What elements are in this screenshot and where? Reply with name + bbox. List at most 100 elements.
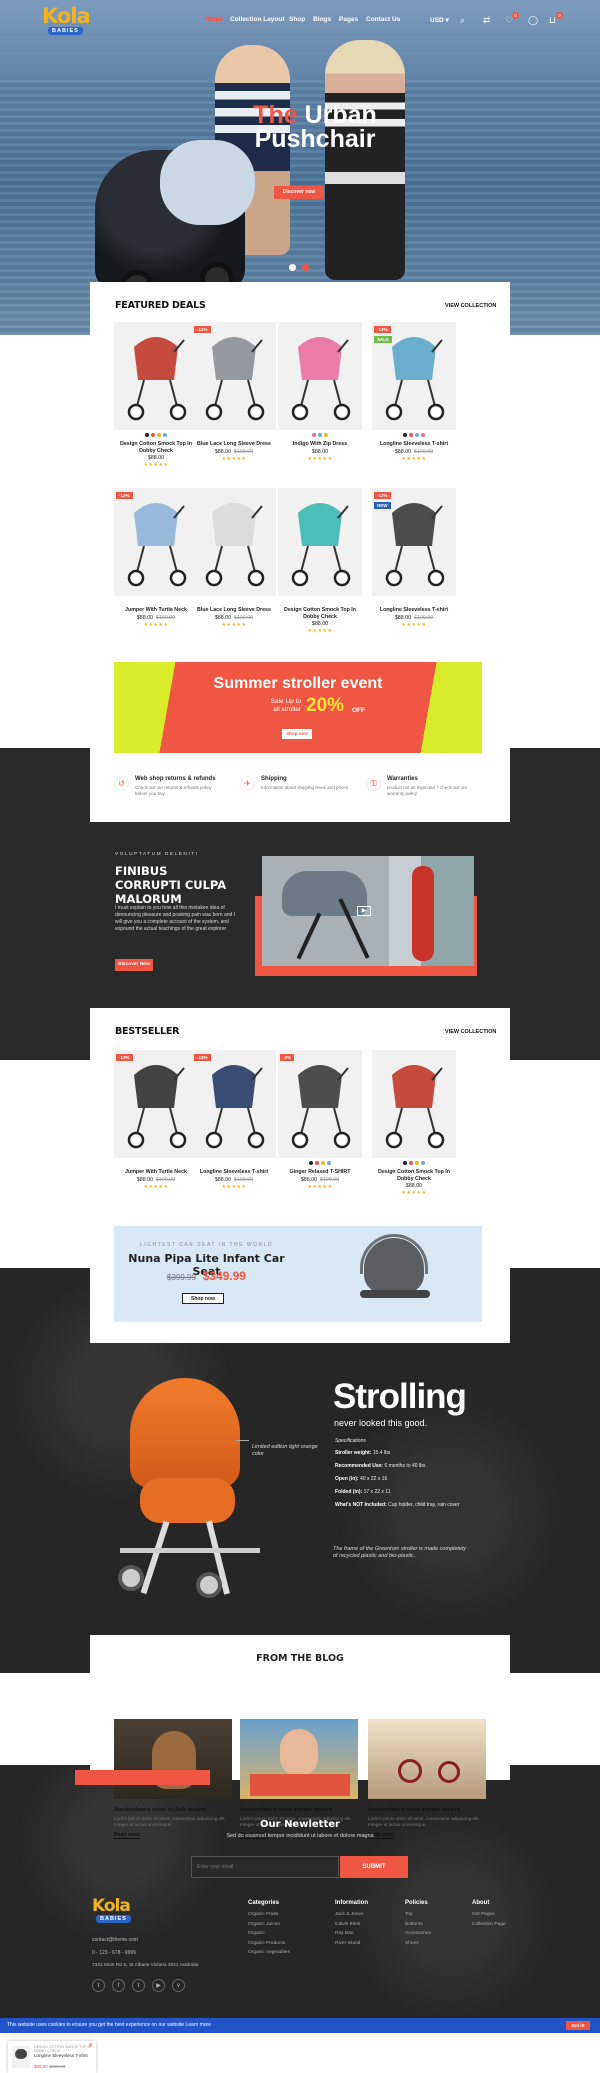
product-image[interactable]: -13% [192, 1050, 276, 1158]
carseat-shop-button[interactable]: Shop now [182, 1293, 224, 1304]
play-video-icon[interactable]: ▶ [357, 906, 371, 916]
search-icon[interactable]: ⌕ [460, 15, 465, 26]
footer-link[interactable]: Organic Products [248, 1941, 290, 1946]
product-card[interactable]: -13% Longline Sleeveless T-shirt $88.00 $10… [192, 1050, 276, 1190]
recent-purchase-popup[interactable]: DESIGN COTTON SMOCK TOP IN DOBBY CHECK L… [8, 2041, 96, 2073]
product-image[interactable]: -12% SALE [372, 322, 456, 430]
footer-link[interactable]: Get Pages [472, 1912, 506, 1917]
nav-pages[interactable]: Pages [339, 16, 358, 23]
product-card[interactable]: -2% Ginger Relaxed T-SHIRT $88.00 $100.00 ★★… [278, 1050, 362, 1190]
product-name[interactable]: Longline Sleeveless T-shirt [192, 1169, 276, 1176]
footer-link[interactable]: Organic Fruits [248, 1912, 290, 1917]
product-name[interactable]: Blue Lace Long Sleeve Dress [192, 441, 276, 448]
blog-post-title[interactable]: Amsterdam's most stylish sisters [240, 1807, 358, 1813]
product-name[interactable]: Ginger Relaxed T-SHIRT [278, 1169, 362, 1176]
color-swatch[interactable] [421, 433, 425, 437]
summer-shop-button[interactable]: Shop now [282, 729, 312, 739]
product-card[interactable]: Indigo With Zip Dress $88.00 ★★★★★ [278, 322, 362, 462]
footer-link[interactable]: Bottoms [405, 1922, 431, 1927]
color-swatch[interactable] [327, 1161, 331, 1165]
color-swatch[interactable] [409, 433, 413, 437]
color-swatch[interactable] [403, 1161, 407, 1165]
nav-shop[interactable]: Shop [289, 16, 305, 23]
footer-logo[interactable]: Kola BABIES [92, 1898, 131, 1923]
newsletter-submit-button[interactable]: SUBMIT [340, 1856, 408, 1878]
color-swatch[interactable] [312, 433, 316, 437]
footer-link[interactable]: Collection Page [472, 1922, 506, 1927]
vimeo-icon[interactable]: v [172, 1979, 185, 1992]
product-image[interactable] [192, 488, 276, 596]
color-swatch[interactable] [324, 433, 328, 437]
tumblr-icon[interactable]: t [132, 1979, 145, 1992]
footer-link[interactable]: Organic Vegetables [248, 1950, 290, 1955]
product-card[interactable]: -12% NEW Longline Sleeveless T-shirt $88.00… [372, 488, 456, 628]
footer-link[interactable]: Organic Juices [248, 1922, 290, 1927]
product-card[interactable]: Blue Lace Long Sleeve Dress $88.00 $100.00… [192, 488, 276, 628]
blog-post-title[interactable]: Amsterdam's most stylish sisters [368, 1807, 486, 1813]
product-image[interactable] [278, 488, 362, 596]
product-name[interactable]: Longline Sleeveless T-shirt [372, 607, 456, 614]
featured-view-collection-link[interactable]: VIEW COLLECTION [445, 303, 496, 309]
product-name[interactable]: Jumper With Turtle Neck [114, 1169, 198, 1176]
product-card[interactable]: Design Cotton Smock Top In Dobby Check $8… [114, 322, 198, 468]
product-image[interactable]: -2% [278, 1050, 362, 1158]
product-card[interactable]: -12% SALE Longline Sleeveless T-shirt $88.0… [372, 322, 456, 462]
bestseller-view-collection-link[interactable]: VIEW COLLECTION [445, 1029, 496, 1035]
cart-icon[interactable]: ⊔ [549, 15, 556, 26]
product-card[interactable]: Design Cotton Smock Top In Dobby Check $8… [278, 488, 362, 634]
popup-product-name[interactable]: Longline Sleeveless T-shirt [34, 2053, 92, 2058]
color-swatch[interactable] [321, 1161, 325, 1165]
finibus-discover-button[interactable]: Discover Now [115, 959, 153, 971]
footer-link[interactable]: Jack & Jones [335, 1912, 368, 1917]
color-swatch[interactable] [309, 1161, 313, 1165]
slider-dot-active[interactable] [302, 264, 309, 271]
account-icon[interactable]: ◯ [528, 15, 538, 26]
product-name[interactable]: Blue Lace Long Sleeve Dress [192, 607, 276, 614]
hero-discover-button[interactable]: Discover now [274, 186, 324, 199]
product-name[interactable]: Indigo With Zip Dress [278, 441, 362, 448]
product-image[interactable]: -12% [192, 322, 276, 430]
compare-icon[interactable]: ⇄ [483, 15, 491, 26]
product-image[interactable]: -12% [114, 1050, 198, 1158]
color-swatch[interactable] [157, 433, 161, 437]
footer-email[interactable]: contact@theme.com [92, 1937, 138, 1943]
facebook-icon[interactable]: f [112, 1979, 125, 1992]
product-card[interactable]: -12% Blue Lace Long Sleeve Dress $88.00 $10… [192, 322, 276, 462]
nav-contact-us[interactable]: Contact Us [366, 16, 400, 23]
site-logo[interactable]: Kola BABIES [42, 6, 91, 40]
color-swatch[interactable] [163, 433, 167, 437]
color-swatch[interactable] [415, 1161, 419, 1165]
product-name[interactable]: Longline Sleeveless T-shirt [372, 441, 456, 448]
footer-link[interactable]: Calvin Klein [335, 1922, 368, 1927]
twitter-icon[interactable]: t [92, 1979, 105, 1992]
color-swatch[interactable] [415, 433, 419, 437]
product-card[interactable]: Design Cotton Smock Top In Dobby Check $8… [372, 1050, 456, 1196]
color-swatch[interactable] [318, 433, 322, 437]
product-image[interactable]: -12% [114, 488, 198, 596]
product-image[interactable] [372, 1050, 456, 1158]
color-swatch[interactable] [409, 1161, 413, 1165]
color-swatch[interactable] [151, 433, 155, 437]
footer-link[interactable]: Ray Ban [335, 1931, 368, 1936]
color-swatch[interactable] [315, 1161, 319, 1165]
blog-post-title[interactable]: Amsterdam's most stylish sisters [114, 1807, 232, 1813]
product-name[interactable]: Design Cotton Smock Top In Dobby Check [372, 1169, 456, 1182]
product-name[interactable]: Design Cotton Smock Top In Dobby Check [114, 441, 198, 454]
product-image[interactable] [114, 322, 198, 430]
youtube-icon[interactable]: ▶ [152, 1979, 165, 1992]
product-card[interactable]: -12% Jumper With Turtle Neck $88.00 $100.00… [114, 1050, 198, 1190]
footer-link[interactable]: Shoes [405, 1941, 431, 1946]
nav-home[interactable]: Home [205, 16, 223, 23]
popup-close-icon[interactable]: ✕ [88, 2042, 93, 2049]
nav-collection-layout[interactable]: Collection Layout [230, 16, 285, 23]
footer-link[interactable]: Top [405, 1912, 431, 1917]
cookie-accept-button[interactable]: Got it! [566, 2021, 590, 2030]
color-swatch[interactable] [145, 433, 149, 437]
footer-link[interactable]: River Island [335, 1941, 368, 1946]
product-image[interactable] [278, 322, 362, 430]
color-swatch[interactable] [403, 433, 407, 437]
slider-dot[interactable] [289, 264, 296, 271]
product-card[interactable]: -12% Jumper With Turtle Neck $88.00 $100.00… [114, 488, 198, 628]
nav-blogs[interactable]: Blogs [313, 16, 331, 23]
product-image[interactable]: -12% NEW [372, 488, 456, 596]
